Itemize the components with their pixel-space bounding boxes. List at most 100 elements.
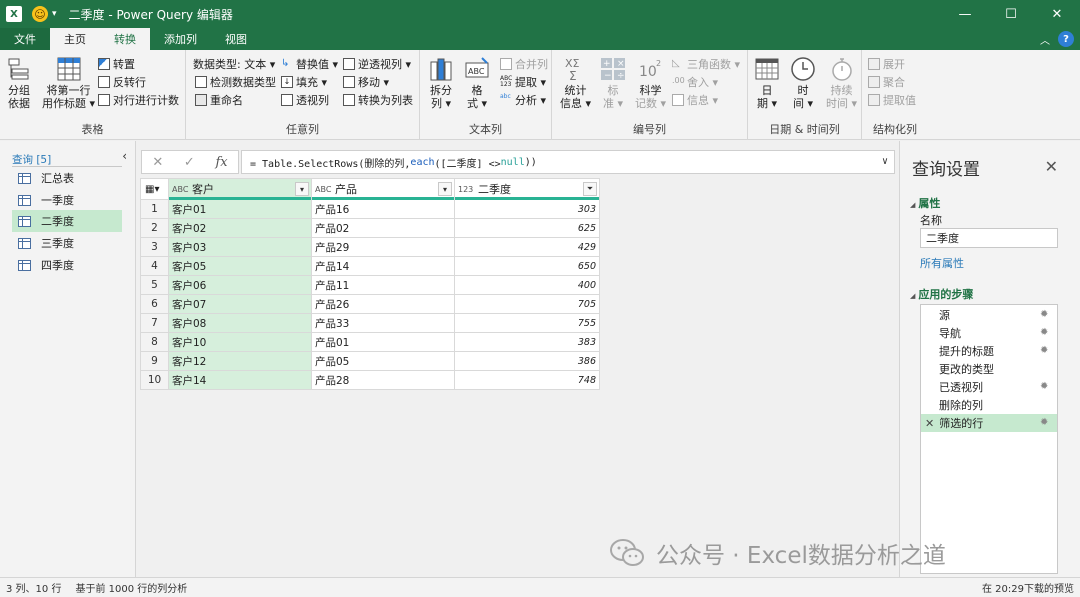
merge-columns-button[interactable]: 合并列: [500, 55, 548, 73]
cell[interactable]: 303: [454, 199, 600, 219]
gear-icon[interactable]: ✹: [1040, 345, 1051, 356]
count-rows-button[interactable]: 对行进行计数: [98, 91, 179, 109]
row-number[interactable]: 7: [140, 313, 169, 333]
gear-icon[interactable]: ✹: [1040, 381, 1051, 392]
row-number[interactable]: 5: [140, 275, 169, 295]
maximize-button[interactable]: ☐: [988, 0, 1034, 28]
delete-step-icon[interactable]: ✕: [925, 417, 934, 430]
cell[interactable]: 客户03: [168, 237, 312, 257]
duration-button[interactable]: 持续 时间 ▾: [826, 56, 857, 110]
cell[interactable]: 客户12: [168, 351, 312, 371]
step-promoted-headers[interactable]: 提升的标题 ✹: [921, 342, 1057, 360]
tab-file[interactable]: 文件: [0, 28, 50, 50]
cell[interactable]: 产品28: [311, 370, 455, 390]
extract-values-button[interactable]: 提取值: [868, 91, 916, 109]
fill-button[interactable]: ↓ 填充 ▾: [281, 73, 327, 91]
cell[interactable]: 客户10: [168, 332, 312, 352]
rename-button[interactable]: 重命名: [195, 91, 243, 109]
cell[interactable]: 400: [454, 275, 600, 295]
cell[interactable]: 625: [454, 218, 600, 238]
cell[interactable]: 产品33: [311, 313, 455, 333]
query-item-q2[interactable]: 二季度: [12, 210, 122, 232]
cell[interactable]: 383: [454, 332, 600, 352]
use-first-row-as-headers-button[interactable]: 将第一行 用作标题 ▾: [42, 56, 95, 110]
trig-button[interactable]: ◺ 三角函数 ▾: [672, 55, 740, 73]
help-icon[interactable]: ?: [1058, 31, 1074, 47]
format-button[interactable]: ABC 格 式 ▾: [464, 56, 490, 110]
filter-dropdown-icon[interactable]: ▾: [438, 182, 452, 196]
cell[interactable]: 产品01: [311, 332, 455, 352]
gear-icon[interactable]: ✹: [1040, 309, 1051, 320]
smiley-feedback-icon[interactable]: ☺: [32, 6, 48, 22]
filter-applied-icon[interactable]: ⏷: [583, 182, 597, 196]
tab-home[interactable]: 主页: [50, 28, 100, 50]
column-header-q2[interactable]: 123 二季度 ⏷: [454, 178, 600, 200]
cell[interactable]: 产品05: [311, 351, 455, 371]
extract-button[interactable]: ABC 123 提取 ▾: [500, 73, 546, 91]
all-properties-link[interactable]: 所有属性: [920, 255, 964, 271]
cell[interactable]: 705: [454, 294, 600, 314]
cell[interactable]: 650: [454, 256, 600, 276]
tab-transform[interactable]: 转换: [100, 28, 150, 50]
expand-formula-icon[interactable]: ∨: [882, 156, 888, 167]
cell[interactable]: 产品29: [311, 237, 455, 257]
filter-dropdown-icon[interactable]: ▾: [295, 182, 309, 196]
status-column-profiling[interactable]: 基于前 1000 行的列分析: [75, 580, 187, 595]
parse-button[interactable]: abc 分析 ▾: [500, 91, 546, 109]
time-button[interactable]: 时 间 ▾: [790, 56, 816, 110]
fx-icon[interactable]: fx: [215, 155, 227, 170]
aggregate-button[interactable]: 聚合: [868, 73, 905, 91]
gear-icon[interactable]: ✹: [1040, 327, 1051, 338]
cell[interactable]: 客户06: [168, 275, 312, 295]
query-item-q1[interactable]: 一季度: [12, 189, 122, 211]
query-name-input[interactable]: 二季度: [920, 228, 1058, 248]
unpivot-columns-button[interactable]: 逆透视列 ▾: [343, 55, 411, 73]
number-type-icon[interactable]: 123: [458, 185, 473, 194]
step-source[interactable]: 源 ✹: [921, 306, 1057, 324]
tab-view[interactable]: 视图: [211, 28, 261, 50]
query-item-q4[interactable]: 四季度: [12, 254, 122, 276]
text-type-icon[interactable]: ABC: [172, 185, 188, 194]
data-type-dropdown[interactable]: 数据类型: 文本 ▾: [193, 55, 275, 73]
detect-data-type-button[interactable]: 检测数据类型: [195, 73, 276, 91]
date-button[interactable]: 日 期 ▾: [754, 56, 780, 110]
query-item-q3[interactable]: 三季度: [12, 232, 122, 254]
cancel-formula-icon[interactable]: ✕: [152, 155, 163, 170]
move-button[interactable]: 移动 ▾: [343, 73, 389, 91]
cell[interactable]: 429: [454, 237, 600, 257]
row-number[interactable]: 10: [140, 370, 169, 390]
scientific-button[interactable]: 10 2 科学 记数 ▾: [635, 56, 666, 110]
minimize-button[interactable]: —: [942, 0, 988, 28]
gear-icon[interactable]: ✹: [1040, 417, 1051, 428]
query-item-summary[interactable]: 汇总表: [12, 167, 122, 189]
collapse-ribbon-icon[interactable]: ︿: [1040, 32, 1050, 47]
expand-button[interactable]: 展开: [868, 55, 905, 73]
group-by-button[interactable]: 分组 依据: [6, 56, 32, 110]
cell[interactable]: 客户01: [168, 199, 312, 219]
properties-header[interactable]: 属性: [910, 195, 940, 211]
split-column-button[interactable]: 拆分 列 ▾: [428, 56, 454, 110]
quick-access-dropdown-icon[interactable]: ▾: [52, 9, 57, 19]
cell[interactable]: 产品02: [311, 218, 455, 238]
replace-values-button[interactable]: ↳ 替换值 ▾: [281, 55, 338, 73]
row-number[interactable]: 1: [140, 199, 169, 219]
round-button[interactable]: .00 舍入 ▾: [672, 73, 718, 91]
commit-formula-icon[interactable]: ✓: [184, 155, 195, 170]
row-number[interactable]: 3: [140, 237, 169, 257]
cell[interactable]: 755: [454, 313, 600, 333]
transpose-button[interactable]: 转置: [98, 55, 135, 73]
step-removed-columns[interactable]: 删除的列: [921, 396, 1057, 414]
row-number[interactable]: 2: [140, 218, 169, 238]
row-number[interactable]: 9: [140, 351, 169, 371]
collapse-queries-icon[interactable]: ‹: [122, 149, 127, 163]
standard-button[interactable]: + × − ÷ 标 准 ▾: [600, 56, 626, 110]
column-header-product[interactable]: ABC 产品 ▾: [311, 178, 455, 200]
cell[interactable]: 客户14: [168, 370, 312, 390]
reverse-rows-button[interactable]: 反转行: [98, 73, 146, 91]
statistics-button[interactable]: XΣ Σ 统计 信息 ▾: [560, 56, 591, 110]
column-header-customer[interactable]: ABC 客户 ▾: [168, 178, 312, 200]
cell[interactable]: 748: [454, 370, 600, 390]
step-navigation[interactable]: 导航 ✹: [921, 324, 1057, 342]
info-button[interactable]: 信息 ▾: [672, 91, 718, 109]
cell[interactable]: 产品26: [311, 294, 455, 314]
